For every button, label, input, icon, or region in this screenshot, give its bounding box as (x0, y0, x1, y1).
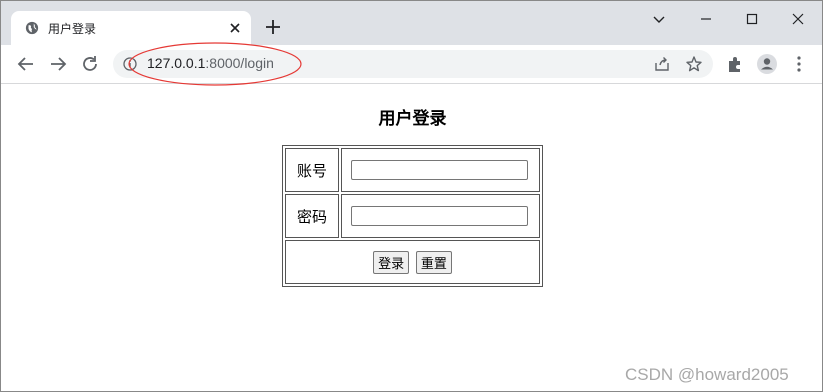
password-input[interactable] (351, 206, 528, 226)
window-close-icon[interactable] (786, 7, 810, 31)
login-button[interactable]: 登录 (373, 250, 410, 274)
reload-icon[interactable] (79, 53, 101, 75)
url-text[interactable]: 127.0.0.1:8000/login (147, 55, 274, 71)
login-form-table: 账号 密码 登录 重置 (282, 145, 543, 287)
tab-strip: 用户登录 (1, 1, 822, 45)
profile-icon[interactable] (756, 53, 778, 75)
password-row: 密码 (285, 194, 540, 238)
minimize-icon[interactable] (694, 7, 718, 31)
reset-button[interactable]: 重置 (415, 250, 452, 274)
tab-title: 用户登录 (48, 22, 97, 36)
maximize-icon[interactable] (740, 7, 764, 31)
url-path: :8000/login (205, 55, 274, 71)
info-icon[interactable] (123, 57, 137, 71)
button-cell: 登录 重置 (285, 240, 540, 284)
browser-toolbar: 127.0.0.1:8000/login (1, 45, 822, 84)
browser-tab[interactable]: 用户登录 (11, 11, 251, 45)
more-menu-icon[interactable] (788, 53, 810, 75)
account-input-cell (341, 148, 540, 192)
chevron-down-icon[interactable] (647, 7, 671, 31)
page-title: 用户登录 (378, 109, 447, 129)
globe-icon (25, 21, 39, 35)
forward-arrow-icon[interactable] (47, 53, 69, 75)
extensions-icon[interactable] (724, 53, 746, 75)
password-input-cell (341, 194, 540, 238)
password-label: 密码 (285, 194, 339, 238)
url-host: 127.0.0.1 (147, 55, 206, 71)
button-row: 登录 重置 (285, 240, 540, 284)
back-arrow-icon[interactable] (15, 53, 37, 75)
account-input[interactable] (351, 160, 528, 180)
account-label: 账号 (285, 148, 339, 192)
share-icon[interactable] (653, 55, 671, 73)
star-icon[interactable] (685, 55, 703, 73)
watermark: CSDN @howard2005 (625, 365, 789, 384)
browser-window: 用户登录 127.0.0.1:8000/login 用户登录 账号 密码 登录 … (0, 0, 823, 392)
address-bar[interactable]: 127.0.0.1:8000/login (113, 50, 713, 78)
close-icon[interactable] (227, 20, 243, 36)
account-row: 账号 (285, 148, 540, 192)
plus-icon[interactable] (263, 17, 283, 37)
